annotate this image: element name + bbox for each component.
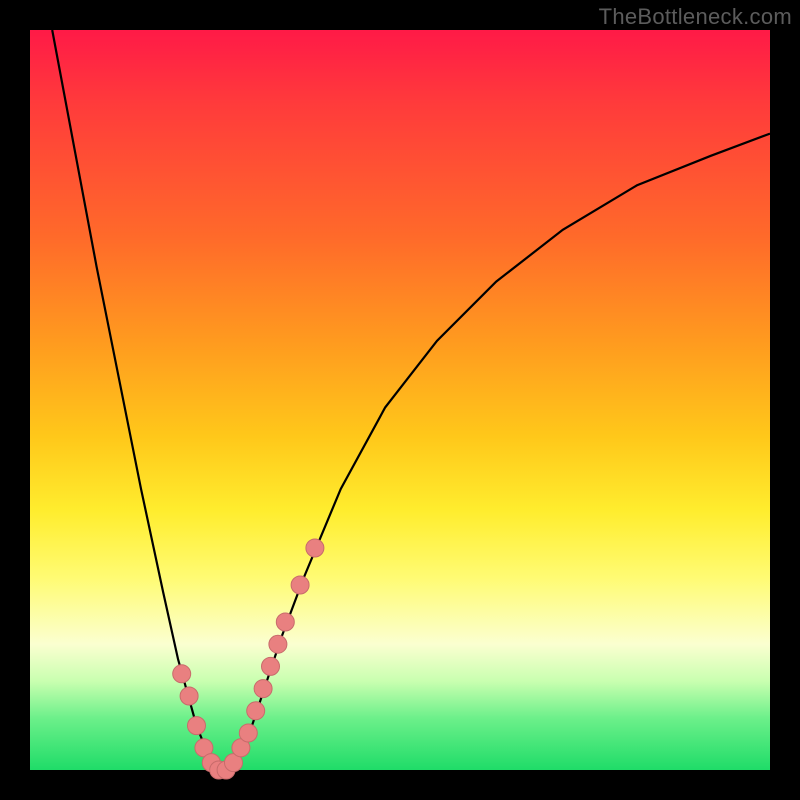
watermark-text: TheBottleneck.com [599, 4, 792, 30]
marker-dot [239, 724, 257, 742]
chart-frame: TheBottleneck.com [0, 0, 800, 800]
marker-dot [180, 687, 198, 705]
marker-dot [269, 635, 287, 653]
marker-dot [276, 613, 294, 631]
curve-svg [30, 30, 770, 770]
marker-dot [254, 680, 272, 698]
marker-dot [173, 665, 191, 683]
plot-area [30, 30, 770, 770]
marker-dot [188, 717, 206, 735]
highlight-markers [173, 539, 324, 779]
bottleneck-curve [52, 30, 770, 770]
marker-dot [306, 539, 324, 557]
marker-dot [291, 576, 309, 594]
marker-dot [262, 657, 280, 675]
marker-dot [247, 702, 265, 720]
